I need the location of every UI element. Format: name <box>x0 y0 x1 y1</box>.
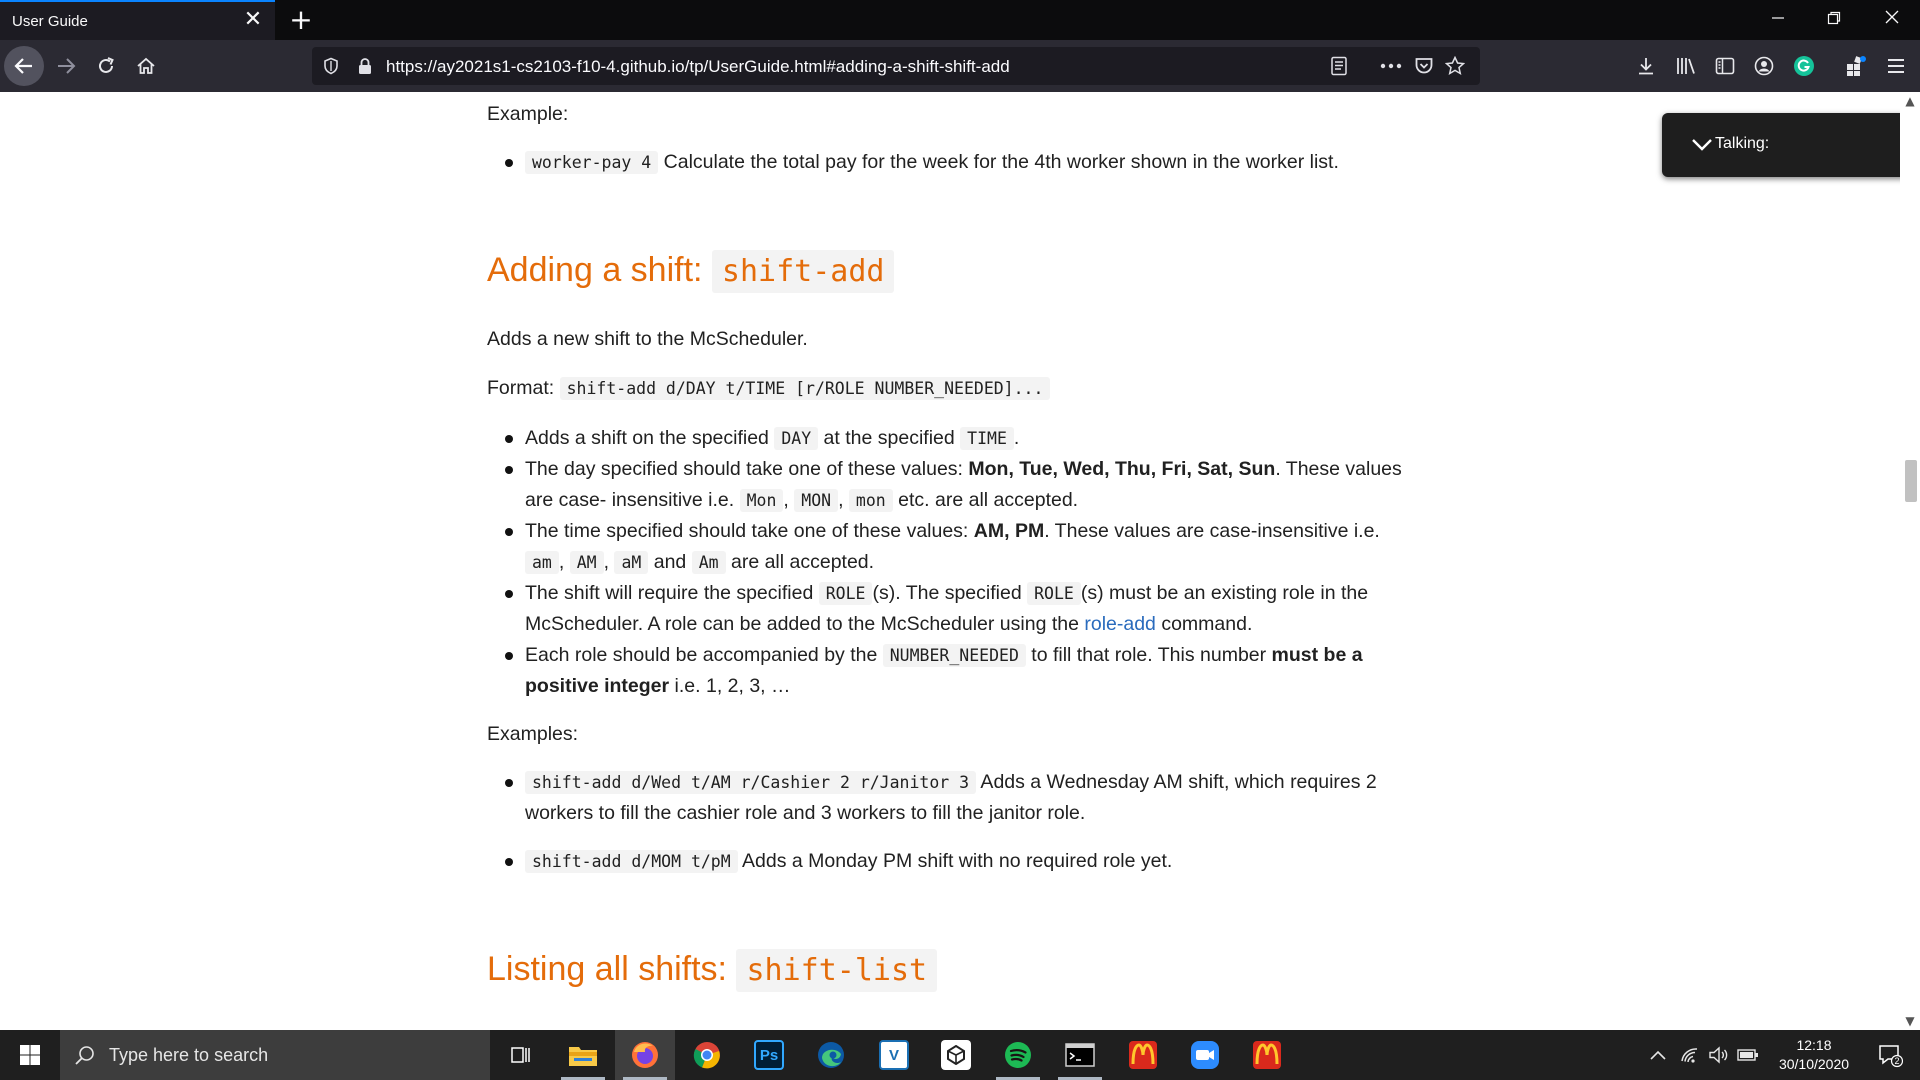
list-item: shift-add d/Wed t/AM r/Cashier 2 r/Janit… <box>487 767 1407 829</box>
examples-list: shift-add d/Wed t/AM r/Cashier 2 r/Janit… <box>487 767 1407 877</box>
tab-user-guide[interactable]: User Guide ✕ <box>0 0 275 40</box>
file-explorer-icon[interactable] <box>553 1030 613 1080</box>
url-bar[interactable]: https://ay2021s1-cs2103-f10-4.github.io/… <box>312 47 1480 85</box>
examples-label: Examples: <box>487 723 579 745</box>
talking-label: Talking: <box>1715 135 1770 152</box>
wifi-icon[interactable] <box>1675 1030 1705 1080</box>
scroll-down-icon[interactable]: ▼ <box>1900 1012 1920 1030</box>
visual-paradigm-icon[interactable]: V <box>864 1030 924 1080</box>
home-icon[interactable] <box>130 50 162 82</box>
spotify-icon[interactable] <box>988 1030 1048 1080</box>
section-heading-shift-list: Listing all shifts: shift-list <box>487 949 938 992</box>
example-label: Example: <box>487 103 569 125</box>
heading-code: shift-add <box>711 250 895 293</box>
clock[interactable]: 12:18 30/10/2020 <box>1764 1036 1864 1074</box>
search-icon <box>75 1046 94 1065</box>
task-view-icon[interactable] <box>490 1030 550 1080</box>
tab-close-icon[interactable]: ✕ <box>241 8 265 32</box>
volume-icon[interactable] <box>1703 1030 1733 1080</box>
role-add-link[interactable]: role-add <box>1084 613 1156 635</box>
photoshop-icon[interactable]: Ps <box>739 1030 799 1080</box>
rules-list: Adds a shift on the specified DAY at the… <box>487 423 1407 702</box>
scroll-up-icon[interactable]: ▲ <box>1900 92 1920 110</box>
talking-indicator[interactable]: Talking: <box>1662 113 1917 177</box>
account-icon[interactable] <box>1748 50 1780 82</box>
vertical-scrollbar[interactable]: ▲ ▼ <box>1900 92 1920 1030</box>
zoom-icon[interactable] <box>1175 1030 1235 1080</box>
window-close-icon[interactable] <box>1864 0 1920 40</box>
heading-code: shift-list <box>736 949 938 992</box>
list-item: shift-add d/MOM t/pM Adds a Monday PM sh… <box>487 846 1407 877</box>
list-item: Adds a shift on the specified DAY at the… <box>487 423 1407 454</box>
windows-taskbar: Type here to search Ps V 12:18 30/10/202… <box>0 1030 1920 1080</box>
firefox-icon[interactable] <box>615 1030 675 1080</box>
library-icon[interactable] <box>1670 50 1702 82</box>
lock-icon[interactable] <box>354 55 376 77</box>
navigation-toolbar: https://ay2021s1-cs2103-f10-4.github.io/… <box>0 40 1920 92</box>
bookmark-star-icon[interactable] <box>1444 55 1466 77</box>
tab-strip: User Guide ✕ + <box>0 0 1920 40</box>
format-code: shift-add d/DAY t/TIME [r/ROLE NUMBER_NE… <box>559 377 1051 400</box>
forward-icon[interactable] <box>50 50 82 82</box>
worker-pay-example-list: worker-pay 4 Calculate the total pay for… <box>487 147 1407 178</box>
unity-icon[interactable] <box>926 1030 986 1080</box>
minimize-icon[interactable] <box>1750 0 1806 40</box>
tab-title: User Guide <box>12 13 88 30</box>
list-item: worker-pay 4 Calculate the total pay for… <box>487 147 1407 178</box>
chevron-down-icon[interactable] <box>1690 133 1714 157</box>
list-item: The time specified should take one of th… <box>487 516 1407 578</box>
page-actions-icon[interactable] <box>1380 55 1402 77</box>
battery-icon[interactable] <box>1733 1030 1763 1080</box>
format-paragraph: Format: shift-add d/DAY t/TIME [r/ROLE N… <box>487 373 1051 404</box>
notification-count: 2 <box>1894 1056 1899 1066</box>
sidebar-icon[interactable] <box>1709 50 1741 82</box>
notifications-icon[interactable]: 2 <box>1866 1030 1914 1080</box>
tray-expand-icon[interactable] <box>1643 1030 1673 1080</box>
list-item: Each role should be accompanied by the N… <box>487 640 1407 702</box>
terminal-icon[interactable] <box>1050 1030 1110 1080</box>
list-item: The shift will require the specified ROL… <box>487 578 1407 640</box>
menu-icon[interactable] <box>1880 50 1912 82</box>
inline-code: worker-pay 4 <box>525 151 659 174</box>
back-icon[interactable] <box>4 46 44 86</box>
edge-icon[interactable] <box>801 1030 861 1080</box>
reader-view-icon[interactable] <box>1328 55 1350 77</box>
restore-icon[interactable] <box>1806 0 1862 40</box>
list-item: The day specified should take one of the… <box>487 454 1407 516</box>
shield-icon[interactable] <box>320 55 342 77</box>
downloads-icon[interactable] <box>1630 50 1662 82</box>
new-tab-icon[interactable]: + <box>287 6 315 34</box>
windows-logo-icon <box>20 1045 40 1065</box>
pocket-icon[interactable] <box>1413 55 1435 77</box>
scroll-thumb[interactable] <box>1905 460 1917 502</box>
page-content: Example: worker-pay 4 Calculate the tota… <box>0 92 1920 1030</box>
intro-paragraph: Adds a new shift to the McScheduler. <box>487 328 808 350</box>
section-heading-shift-add: Adding a shift: shift-add <box>487 250 895 293</box>
clock-date: 30/10/2020 <box>1778 1056 1850 1072</box>
url-text: https://ay2021s1-cs2103-f10-4.github.io/… <box>386 57 1010 76</box>
taskbar-search[interactable]: Type here to search <box>60 1030 490 1080</box>
grammarly-icon[interactable] <box>1788 50 1820 82</box>
chrome-icon[interactable] <box>677 1030 737 1080</box>
mcdonalds-icon[interactable] <box>1113 1030 1173 1080</box>
clock-time: 12:18 <box>1796 1037 1832 1053</box>
search-placeholder: Type here to search <box>109 1045 269 1065</box>
mcdonalds-icon[interactable] <box>1237 1030 1297 1080</box>
start-button[interactable] <box>0 1030 60 1080</box>
extensions-icon[interactable] <box>1840 50 1872 82</box>
reload-icon[interactable] <box>90 50 122 82</box>
